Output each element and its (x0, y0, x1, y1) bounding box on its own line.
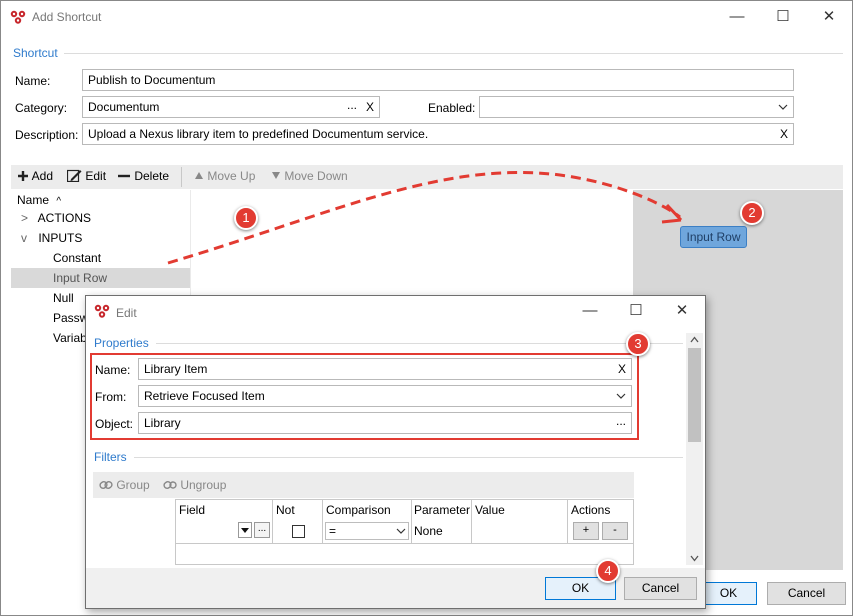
col-divider (322, 500, 323, 544)
comparison-dropdown[interactable]: = (325, 522, 409, 540)
edit-dialog: Edit — ☐ ✕ Properties Name: Library Item… (85, 295, 706, 609)
group-divider (156, 343, 683, 344)
col-comparison: Comparison (326, 503, 391, 517)
step-badge-3: 3 (626, 332, 650, 356)
chevron-down-icon (396, 528, 406, 534)
col-value: Value (475, 503, 505, 517)
dialog-cancel-button[interactable]: Cancel (624, 577, 697, 600)
dialog-minimize-button[interactable]: — (567, 296, 613, 326)
group-button[interactable]: Group (99, 478, 150, 492)
ungroup-label: Ungroup (180, 478, 227, 492)
dlg-object-value: Library (144, 416, 181, 430)
col-parameter: Parameter (414, 503, 471, 517)
filters-grid: Field Not Comparison Parameter Value Act… (175, 499, 634, 565)
remove-filter-button[interactable]: - (602, 522, 628, 540)
dialog-maximize-button[interactable]: ☐ (613, 296, 659, 326)
dlg-object-browse-button[interactable]: ... (616, 413, 626, 431)
group-label: Group (116, 478, 150, 492)
dlg-name-label: Name: (95, 363, 131, 377)
parameter-value[interactable]: None (414, 524, 443, 538)
col-divider (567, 500, 568, 544)
col-actions: Actions (571, 503, 611, 517)
scroll-up-icon[interactable] (690, 336, 699, 343)
dialog-scrollbar[interactable] (686, 333, 703, 565)
step-badge-1: 1 (234, 206, 258, 230)
field-browse-button[interactable]: ... (254, 522, 270, 538)
filters-group-label: Filters (94, 450, 127, 464)
ungroup-button[interactable]: Ungroup (163, 478, 226, 492)
dlg-name-field[interactable]: Library Item X (138, 358, 632, 380)
triangle-down-icon (241, 528, 249, 533)
field-dropdown-button[interactable] (238, 522, 252, 538)
scrollbar-thumb[interactable] (688, 348, 701, 442)
filters-toolbar: Group Ungroup (93, 472, 634, 498)
dlg-from-value: Retrieve Focused Item (144, 389, 265, 403)
add-filter-button[interactable]: + (573, 522, 599, 540)
comparison-value: = (329, 524, 337, 538)
col-field: Field (179, 503, 206, 517)
dlg-object-field[interactable]: Library ... (138, 412, 632, 434)
step-badge-4: 4 (596, 559, 620, 583)
dlg-object-label: Object: (95, 417, 134, 431)
dialog-title: Edit (116, 306, 137, 320)
properties-group-label: Properties (94, 336, 149, 350)
col-divider (411, 500, 412, 544)
group-divider (134, 457, 683, 458)
step-badge-2: 2 (740, 201, 764, 225)
not-checkbox[interactable] (292, 525, 305, 538)
dlg-name-clear-button[interactable]: X (618, 359, 626, 379)
col-divider (272, 500, 273, 544)
unlink-icon (163, 481, 177, 489)
link-icon (99, 481, 113, 489)
col-not: Not (276, 503, 295, 517)
scroll-down-icon[interactable] (690, 555, 699, 562)
dialog-close-button[interactable]: ✕ (659, 296, 705, 326)
dlg-name-value: Library Item (144, 362, 208, 376)
dlg-from-label: From: (95, 390, 127, 404)
app-logo-icon (94, 304, 110, 318)
chevron-down-icon (616, 393, 626, 399)
col-divider (471, 500, 472, 544)
dialog-titlebar: Edit — ☐ ✕ (86, 296, 705, 326)
dlg-from-dropdown[interactable]: Retrieve Focused Item (138, 385, 632, 407)
